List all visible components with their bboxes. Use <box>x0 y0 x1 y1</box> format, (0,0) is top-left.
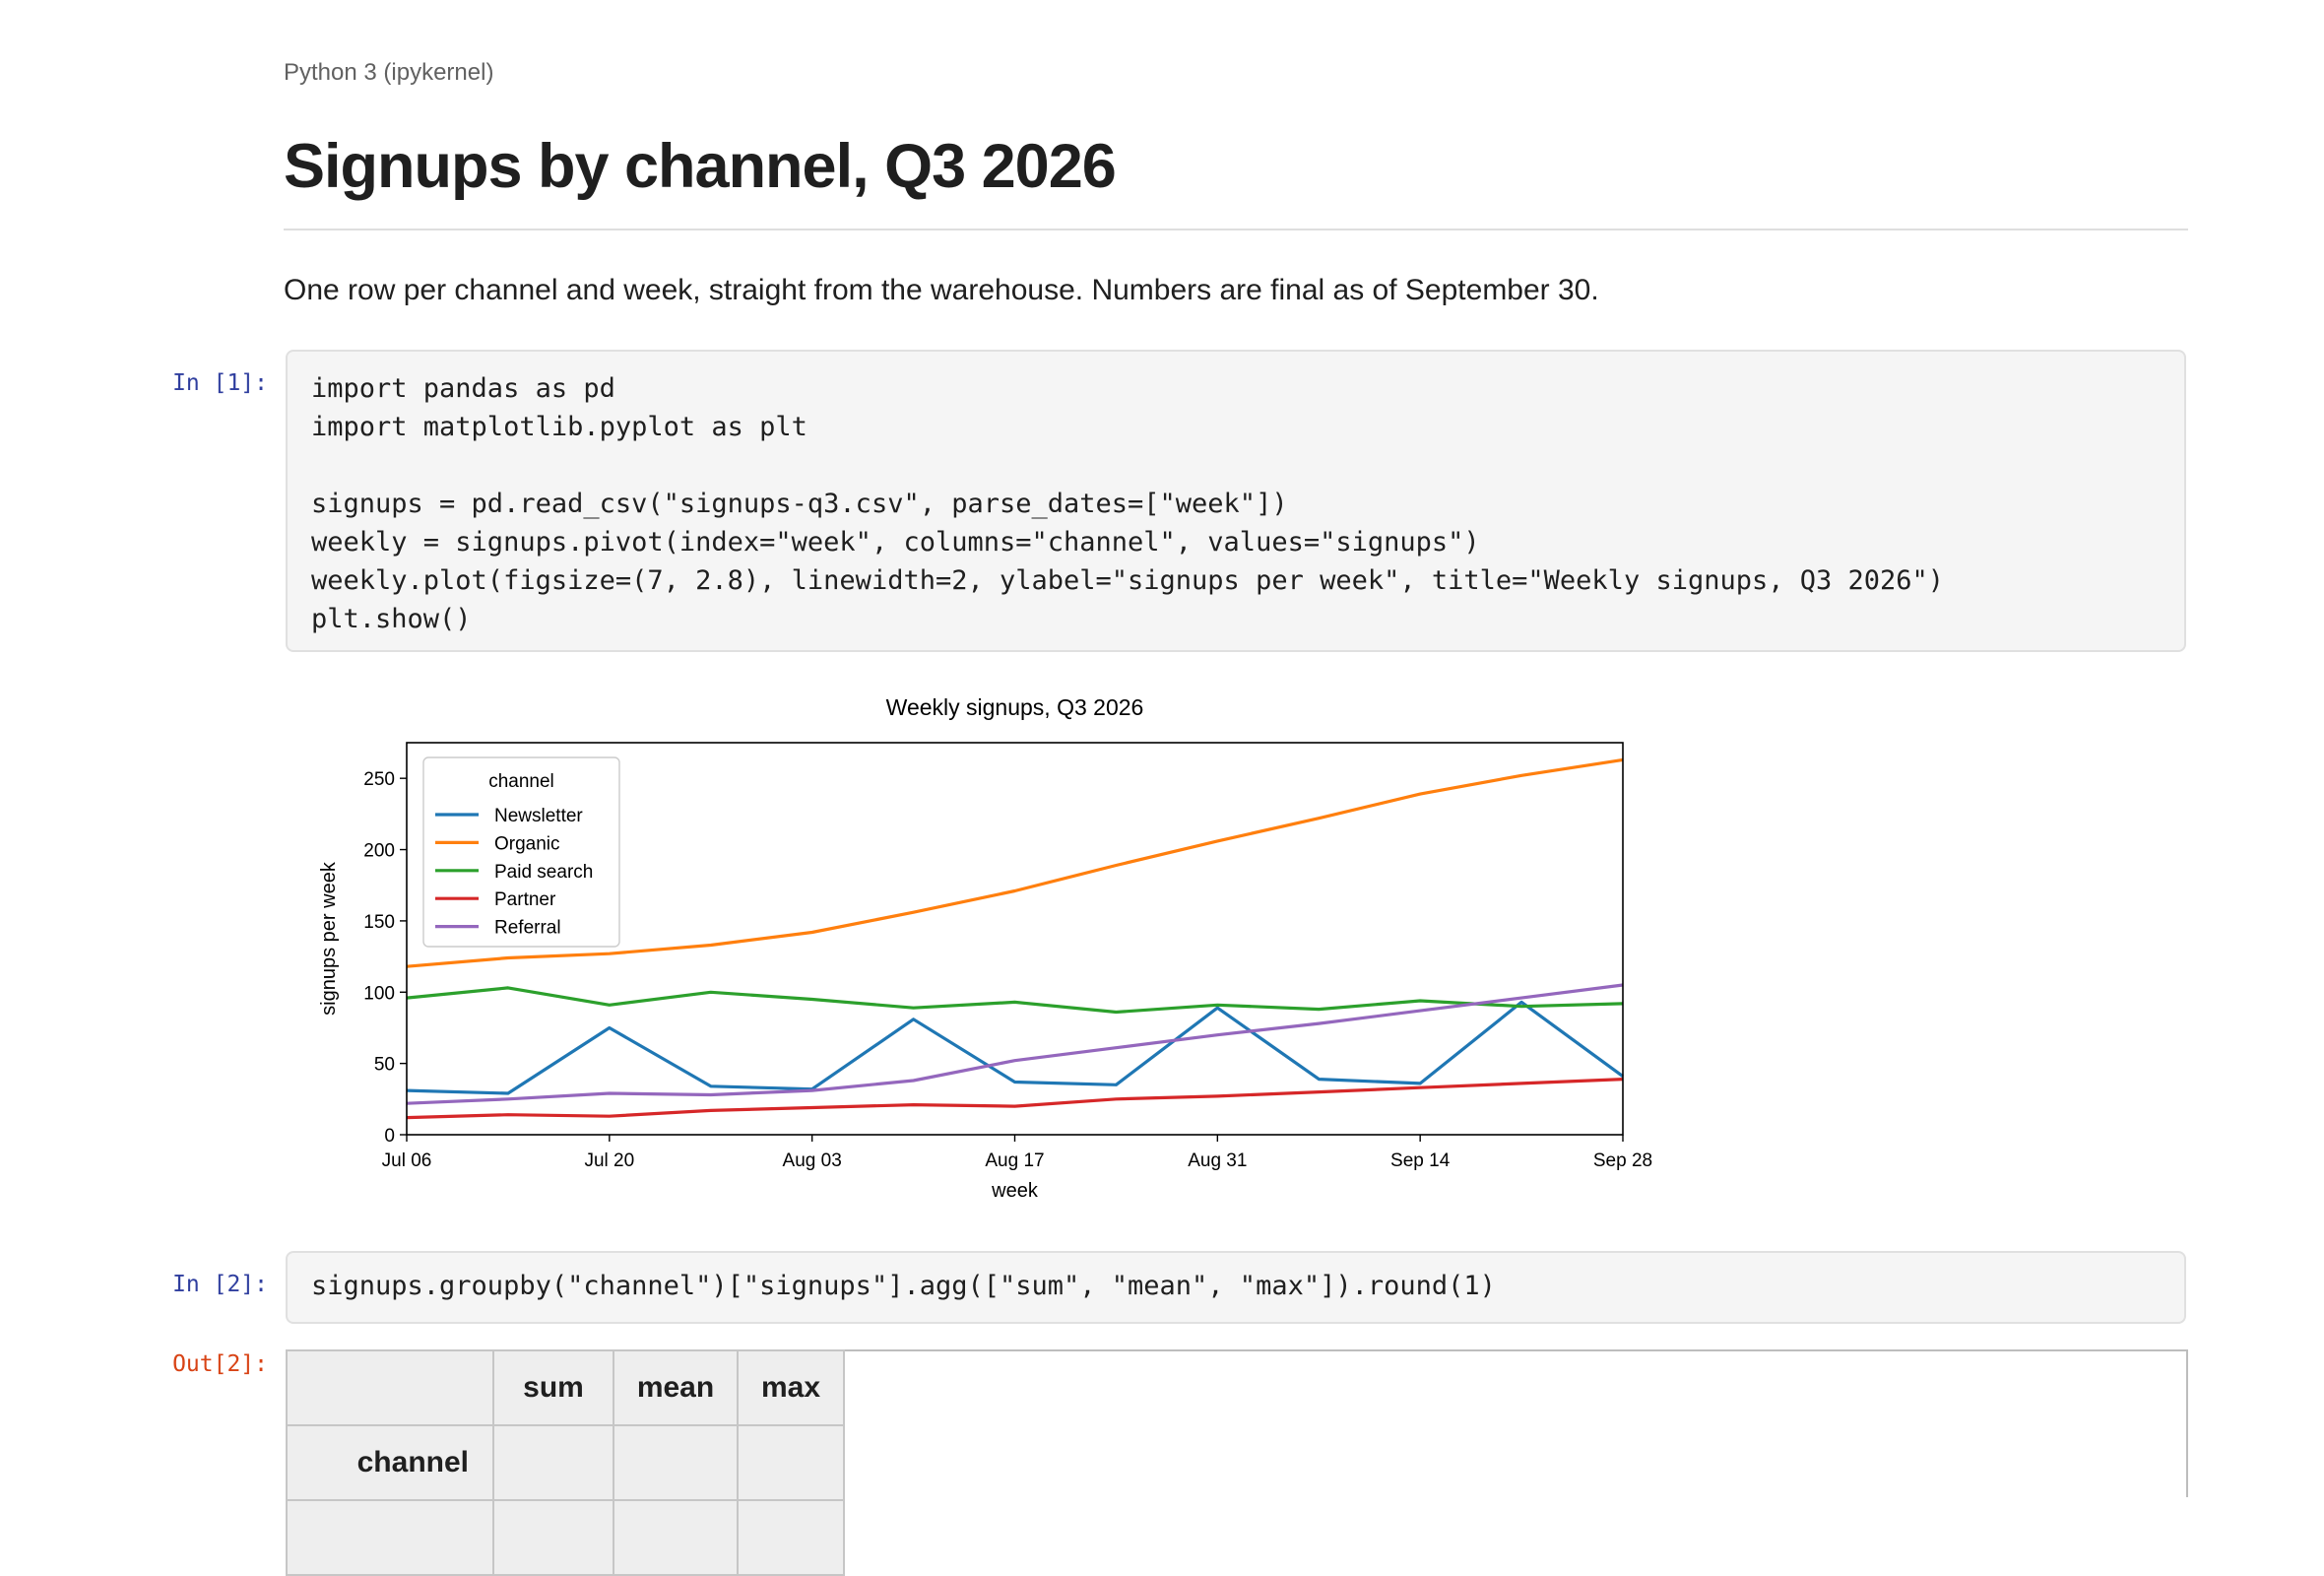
notebook-title: Signups by channel, Q3 2026 <box>284 132 1117 201</box>
table-corner-cell <box>286 1349 494 1426</box>
x-tick-label: Aug 03 <box>783 1150 842 1171</box>
index-header-channel: channel <box>286 1424 494 1501</box>
x-tick-label: Jul 06 <box>382 1150 432 1171</box>
y-tick-label: 200 <box>363 841 395 862</box>
index-row-blank-mean <box>613 1424 739 1501</box>
y-tick-label: 0 <box>384 1126 395 1147</box>
table-row-cell <box>492 1499 614 1576</box>
dataframe-table: sum mean max channel <box>286 1349 845 1576</box>
description-paragraph: One row per channel and week, straight f… <box>284 274 1599 306</box>
x-tick-label: Aug 31 <box>1188 1150 1247 1171</box>
title-divider <box>284 229 2188 230</box>
cell-1-code-editor[interactable]: import pandas as pd import matplotlib.py… <box>286 350 2186 652</box>
legend-label: Partner <box>494 889 556 910</box>
column-header-max: max <box>737 1349 845 1426</box>
y-axis-label: signups per week <box>318 861 340 1016</box>
cell-2-code-editor[interactable]: signups.groupby("channel")["signups"].ag… <box>286 1251 2186 1324</box>
cell-1-code[interactable]: import pandas as pd import matplotlib.py… <box>288 352 2184 638</box>
table-row-cell <box>737 1499 845 1576</box>
index-row-blank-sum <box>492 1424 614 1501</box>
kernel-name[interactable]: Python 3 (ipykernel) <box>284 59 493 87</box>
legend-label: Newsletter <box>494 806 583 826</box>
series-line-newsletter <box>406 1000 1624 1095</box>
y-tick-label: 250 <box>363 769 395 790</box>
chart-title: Weekly signups, Q3 2026 <box>886 694 1144 720</box>
legend-title: channel <box>488 771 554 792</box>
column-header-mean: mean <box>613 1349 739 1426</box>
y-tick-label: 150 <box>363 912 395 933</box>
x-tick-label: Aug 17 <box>985 1150 1044 1171</box>
x-axis-label: week <box>991 1180 1039 1202</box>
x-tick-label: Sep 28 <box>1593 1150 1652 1171</box>
y-tick-label: 100 <box>363 983 395 1004</box>
line-chart: Weekly signups, Q3 2026 0 50 100 150 200 250 Ju… <box>318 694 1652 1202</box>
column-header-sum: sum <box>492 1349 614 1426</box>
cell-1-input-prompt: In [1]: <box>172 370 268 396</box>
series-line-partner <box>406 1078 1624 1120</box>
legend-label: Referral <box>494 918 561 939</box>
table-row <box>286 1499 845 1576</box>
x-tick-label: Jul 20 <box>584 1150 634 1171</box>
cell-2-input-prompt: In [2]: <box>172 1272 268 1297</box>
table-header-row: sum mean max <box>286 1349 845 1426</box>
legend-label: Paid search <box>494 862 593 883</box>
table-row-cell <box>286 1499 494 1576</box>
cell-2-code[interactable]: signups.groupby("channel")["signups"].ag… <box>288 1253 2184 1305</box>
y-tick-label: 50 <box>374 1055 395 1076</box>
index-row-blank-max <box>737 1424 845 1501</box>
table-index-row: channel <box>286 1424 845 1501</box>
cell-1-output-chart: Weekly signups, Q3 2026 0 50 100 150 200 250 Ju… <box>305 690 1684 1202</box>
table-row-cell <box>613 1499 739 1576</box>
x-tick-label: Sep 14 <box>1390 1150 1451 1171</box>
legend-label: Organic <box>494 833 560 854</box>
cell-2-output-prompt: Out[2]: <box>172 1351 268 1377</box>
